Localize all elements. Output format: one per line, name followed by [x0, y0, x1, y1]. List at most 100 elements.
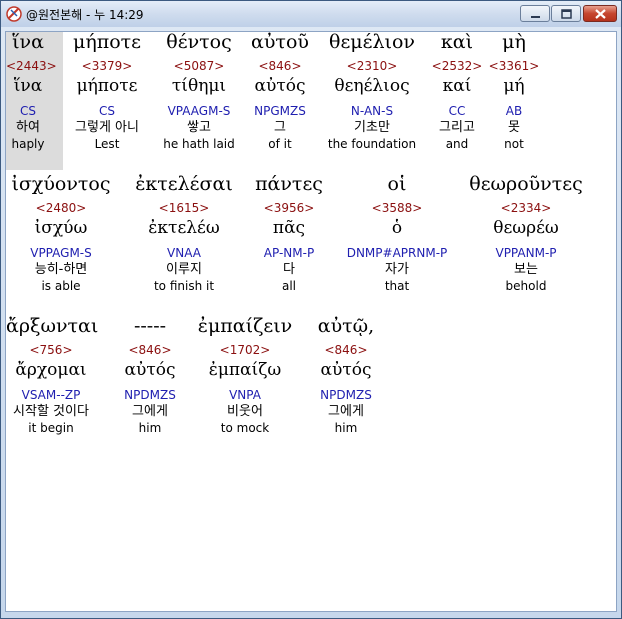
english-gloss: behold [505, 279, 547, 293]
english-gloss: him [334, 421, 358, 435]
korean-gloss: 다 [283, 262, 295, 277]
lemma: ἄρχομαι [15, 360, 87, 380]
lemma: ἐκτελέω [148, 218, 220, 238]
word-block[interactable]: ----- <846> αὐτός NPDMZS 그에게 him [118, 317, 182, 438]
korean-gloss: 그에게 [328, 404, 364, 419]
greek-word: θεωροῦντες [469, 173, 583, 195]
english-gloss: the foundation [327, 137, 417, 151]
morphology-code: CS [99, 104, 115, 118]
english-gloss: not [504, 137, 524, 151]
morphology-code: CS [20, 104, 36, 118]
strongs-number[interactable]: <3956> [246, 200, 332, 218]
word-block[interactable]: ἄρξωνται <756> ἄρχομαι VSAM--ZP 시작할 것이다 … [6, 315, 99, 438]
lemma: τίθημι [171, 76, 227, 96]
strongs-number[interactable]: <1615> [132, 200, 236, 218]
english-gloss: haply [11, 137, 45, 151]
strongs-number[interactable]: <3379> [64, 58, 150, 76]
greek-word: πάντες [255, 173, 323, 195]
strongs-number[interactable]: <846> [310, 342, 382, 360]
lemma: μήποτε [76, 76, 138, 96]
english-gloss: Lest [94, 137, 120, 151]
word-block[interactable]: καὶ <2532> καί CC 그리고 and [428, 33, 486, 154]
greek-word: μήποτε [72, 31, 141, 53]
korean-gloss: 하여 [16, 120, 40, 135]
minimize-button[interactable] [520, 5, 550, 22]
lemma: ὁ [391, 218, 403, 238]
greek-word: ἐμπαίζειν [197, 315, 293, 337]
lemma: πᾶς [272, 218, 306, 238]
word-block[interactable]: πάντες <3956> πᾶς AP-NM-P 다 all [246, 175, 332, 296]
greek-word: ἰσχύοντος [11, 173, 111, 195]
morphology-code: VPAAGM-S [167, 104, 231, 118]
greek-word: αὐτοῦ [251, 31, 309, 53]
lemma: ἰσχύω [34, 218, 88, 238]
strongs-number[interactable]: <2480> [6, 200, 116, 218]
strongs-number[interactable]: <846> [118, 342, 182, 360]
minimize-icon [531, 16, 540, 18]
morphology-code: VSAM--ZP [21, 388, 81, 402]
morphology-code: NPDMZS [124, 388, 176, 402]
lemma: αὐτός [320, 360, 372, 380]
morphology-code: VNAA [167, 246, 201, 260]
word-block[interactable]: μὴ <3361> μή AB 못 not [486, 33, 542, 154]
korean-gloss: 그렇게 아니 [75, 120, 139, 135]
english-gloss: it begin [28, 421, 74, 435]
english-gloss: all [281, 279, 297, 293]
english-gloss: is able [41, 279, 81, 293]
lemma: αὐτός [124, 360, 176, 380]
morphology-code: NPGMZS [254, 104, 306, 118]
greek-word: θέντος [166, 31, 232, 53]
korean-gloss: 비웃어 [227, 404, 263, 419]
strongs-number[interactable]: <2532> [428, 58, 486, 76]
word-block[interactable]: αὐτοῦ <846> αὐτός NPGMZS 그 of it [242, 33, 318, 154]
word-block[interactable]: θέντος <5087> τίθημι VPAAGM-S 쌓고 he hath… [156, 33, 242, 154]
morphology-code: DNMP#APRNM-P [346, 246, 448, 260]
strongs-number[interactable]: <1702> [190, 342, 300, 360]
strongs-number[interactable]: <2310> [322, 58, 422, 76]
morphology-code: AB [505, 104, 523, 118]
morphology-code: VPPAGM-S [30, 246, 92, 260]
korean-gloss: 보는 [514, 262, 538, 277]
maximize-button[interactable] [551, 5, 581, 22]
word-block[interactable]: ἐμπαίζειν <1702> ἐμπαίζω VNPA 비웃어 to moc… [190, 317, 300, 438]
strongs-number[interactable]: <3361> [486, 58, 542, 76]
window-title: @원전본해 - 누 14:29 [26, 8, 144, 22]
close-icon [595, 9, 606, 19]
korean-gloss: 쌓고 [187, 120, 211, 135]
app-logo-icon [5, 5, 23, 23]
korean-gloss: 그 [274, 120, 286, 135]
word-block[interactable]: ἵνα <2443> ἵνα CS 하여 haply [6, 33, 57, 154]
word-block[interactable]: θεωροῦντες <2334> θεωρέω VPPANM-P 보는 beh… [458, 175, 594, 296]
greek-word: ἐκτελέσαι [135, 173, 233, 195]
korean-gloss: 이루지 [166, 262, 202, 277]
interlinear-text-view[interactable]: ἵνα <2443> ἵνα CS 하여 haply μήποτε <3379>… [5, 31, 617, 612]
english-gloss: and [445, 137, 469, 151]
strongs-number[interactable]: <2443> [6, 58, 57, 76]
lemma: ἵνα [13, 76, 43, 96]
korean-gloss: 못 [508, 120, 520, 135]
strongs-number[interactable]: <756> [6, 342, 96, 360]
maximize-icon [561, 9, 572, 19]
english-gloss: to finish it [153, 279, 215, 293]
close-button[interactable] [583, 5, 617, 22]
morphology-code: NPDMZS [320, 388, 372, 402]
korean-gloss: 능히-하면 [34, 262, 88, 277]
strongs-number[interactable]: <3588> [342, 200, 452, 218]
word-block[interactable]: μήποτε <3379> μήποτε CS 그렇게 아니 Lest [64, 33, 150, 154]
morphology-code: N-AN-S [350, 104, 394, 118]
word-block[interactable]: θεμέλιον <2310> θεηέλιος N-AN-S 기초만 the … [322, 33, 422, 154]
strongs-number[interactable]: <5087> [156, 58, 242, 76]
greek-word: ἄρξωνται [6, 315, 99, 337]
title-bar[interactable]: @원전본해 - 누 14:29 [1, 1, 621, 27]
strongs-number[interactable]: <2334> [458, 200, 594, 218]
word-block[interactable]: ἐκτελέσαι <1615> ἐκτελέω VNAA 이루지 to fin… [132, 175, 236, 296]
strongs-number[interactable]: <846> [242, 58, 318, 76]
word-block[interactable]: ἰσχύοντος <2480> ἰσχύω VPPAGM-S 능히-하면 is… [6, 175, 116, 296]
lemma: θεηέλιος [334, 76, 410, 96]
lemma: αὐτός [254, 76, 306, 96]
lemma: μή [503, 76, 525, 96]
korean-gloss: 시작할 것이다 [13, 404, 89, 419]
word-block[interactable]: αὐτῷ, <846> αὐτός NPDMZS 그에게 him [310, 317, 382, 438]
word-block[interactable]: οἱ <3588> ὁ DNMP#APRNM-P 자가 that [342, 175, 452, 296]
english-gloss: him [138, 421, 162, 435]
